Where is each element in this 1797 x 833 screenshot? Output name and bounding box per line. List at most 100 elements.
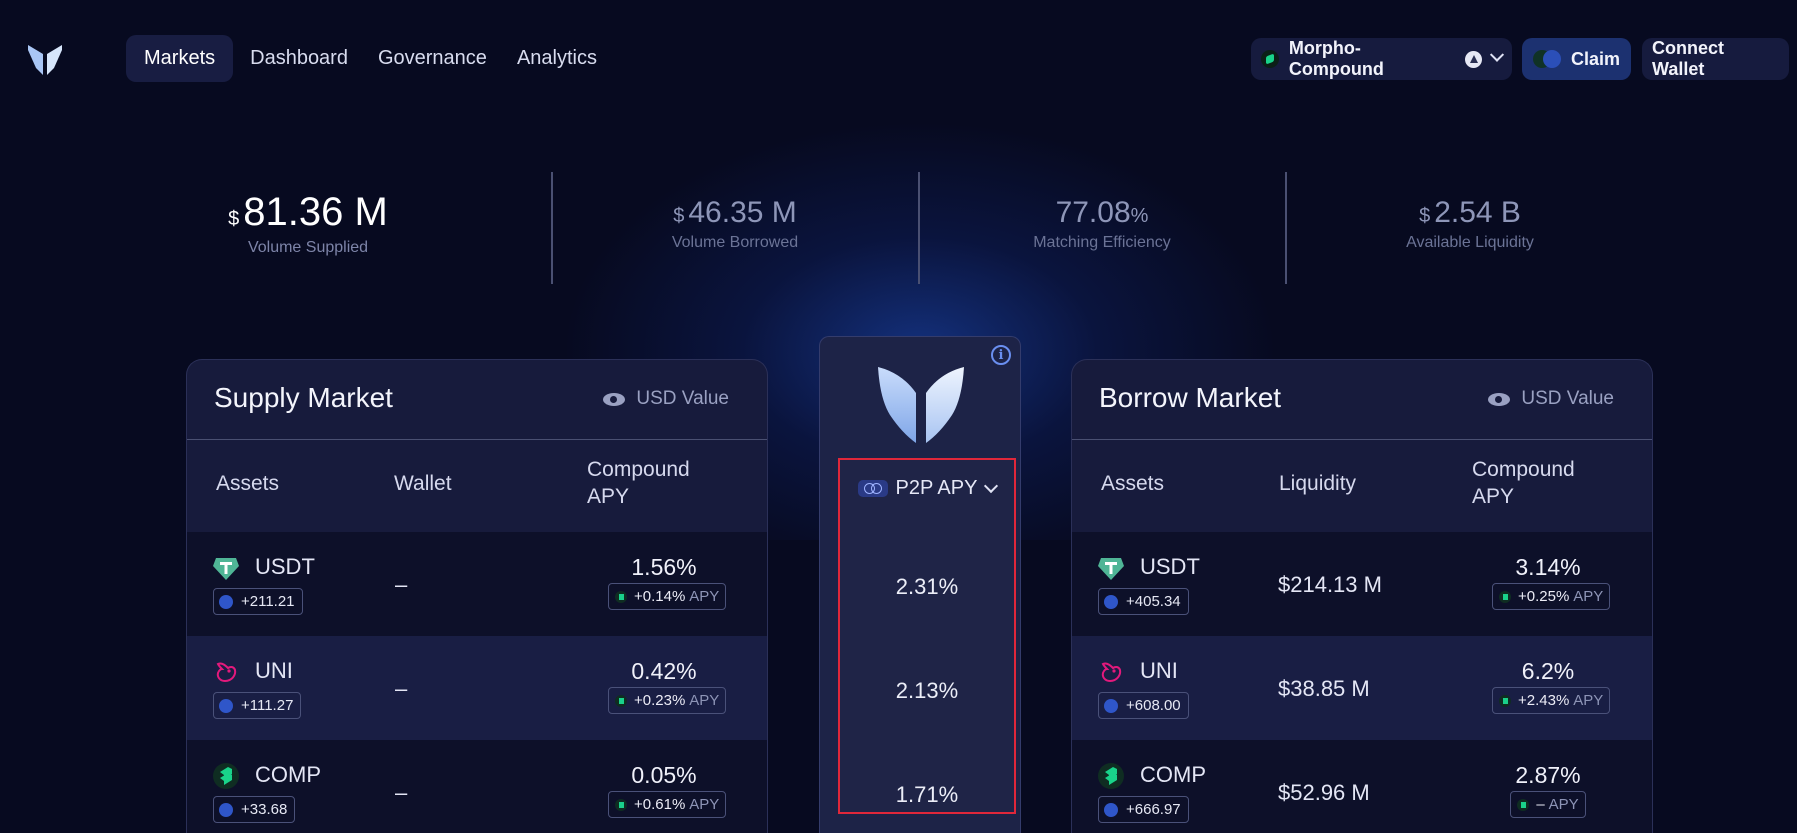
- apy-unit: APY: [1573, 588, 1604, 605]
- apy-unit: APY: [689, 796, 720, 813]
- comp-icon: [615, 798, 627, 811]
- compound-apy: 6.2% +2.43% APY: [1492, 658, 1611, 714]
- stat-value: 46.35 M: [688, 196, 797, 229]
- stat-label: Volume Borrowed: [671, 234, 799, 251]
- connect-wallet-button[interactable]: Connect Wallet: [1642, 38, 1789, 80]
- wallet-balance: –: [395, 676, 408, 701]
- stat-value: 77.08: [1055, 196, 1131, 229]
- asset-name: UNI: [255, 658, 293, 683]
- col-compound[interactable]: Compound: [1472, 458, 1575, 482]
- comp-icon: [1499, 590, 1511, 603]
- panel-title: Borrow Market: [1099, 382, 1282, 413]
- morpho-icon: [219, 594, 233, 609]
- stat-label: Volume Supplied: [247, 239, 369, 256]
- usd-value-toggle[interactable]: USD Value: [603, 388, 729, 410]
- supply-market-panel: Supply Market USD Value Assets Wallet Co…: [186, 359, 768, 833]
- apy-bonus-badge: +0.61% APY: [608, 791, 727, 818]
- reward-value: +211.21: [241, 593, 295, 610]
- wallet-balance: –: [395, 780, 408, 805]
- p2p-apy-dropdown[interactable]: P2P APY: [840, 477, 1014, 500]
- rewards-icon: [1532, 49, 1563, 69]
- liquidity-value: $38.85 M: [1278, 676, 1370, 701]
- ethereum-icon: [1465, 50, 1483, 68]
- comp-icon: [615, 694, 627, 707]
- apy-value: 2.87%: [1515, 762, 1581, 788]
- stat-currency: $: [228, 208, 240, 230]
- col-apy[interactable]: APY: [1472, 485, 1514, 509]
- stat-divider: [551, 172, 553, 284]
- stat-matching-efficiency: 77.08% Matching Efficiency: [1012, 196, 1192, 252]
- comp-icon: [1499, 694, 1511, 707]
- reward-value: +33.68: [241, 801, 288, 818]
- apy-unit: APY: [1548, 796, 1579, 813]
- table-row[interactable]: USDT +405.34 $214.13 M 3.14% +0.25% APY: [1072, 532, 1652, 636]
- nav-markets[interactable]: Markets: [126, 35, 234, 82]
- info-icon[interactable]: i: [991, 345, 1011, 365]
- asset-name: COMP: [1140, 762, 1206, 787]
- morpho-logo-icon[interactable]: [26, 42, 64, 78]
- apy-value: 6.2%: [1521, 658, 1575, 684]
- apy-bonus: –: [1536, 796, 1545, 813]
- table-row[interactable]: COMP +666.97 $52.96 M 2.87% – APY: [1072, 740, 1652, 833]
- network-label: Morpho-Compound: [1288, 38, 1384, 79]
- morpho-logo-icon: [878, 367, 964, 443]
- table-row[interactable]: UNI +111.27 – 0.42% +0.23% APY: [187, 636, 767, 740]
- asset-name: USDT: [255, 554, 315, 579]
- apy-value: 3.14%: [1515, 554, 1581, 580]
- tether-icon: [213, 558, 239, 580]
- reward-value: +666.97: [1126, 801, 1181, 818]
- apy-bonus-badge: +0.23% APY: [608, 687, 727, 714]
- apy-bonus-badge: – APY: [1510, 791, 1586, 818]
- claim-button[interactable]: Claim: [1522, 38, 1631, 80]
- reward-value: +111.27: [241, 697, 294, 714]
- compound-icon: [1098, 763, 1124, 789]
- table-row[interactable]: USDT +211.21 – 1.56% +0.14% APY: [187, 532, 767, 636]
- stat-divider: [918, 172, 920, 284]
- apy-bonus-badge: +2.43% APY: [1492, 687, 1611, 714]
- compound-apy: 0.05% +0.61% APY: [608, 762, 727, 818]
- comp-icon: [1517, 798, 1530, 811]
- p2p-apy-value: 2.13%: [895, 678, 959, 703]
- chevron-down-icon: [984, 478, 999, 494]
- claim-label: Claim: [1570, 48, 1621, 69]
- apy-bonus: +2.43%: [1518, 692, 1570, 709]
- panel-header: Borrow Market USD Value: [1072, 360, 1652, 440]
- compound-apy: 0.42% +0.23% APY: [608, 658, 727, 714]
- apy-bonus: +0.61%: [634, 796, 686, 813]
- eye-icon: [603, 392, 626, 406]
- morpho-icon: [219, 802, 233, 817]
- morpho-reward-badge: +405.34: [1098, 588, 1189, 615]
- col-compound[interactable]: Compound: [587, 458, 690, 482]
- stat-divider: [1285, 172, 1287, 284]
- asset-name: COMP: [255, 762, 321, 787]
- table-row[interactable]: COMP +33.68 – 0.05% +0.61% APY: [187, 740, 767, 833]
- nav-analytics[interactable]: Analytics: [504, 35, 610, 82]
- nav-governance[interactable]: Governance: [365, 35, 500, 82]
- wallet-balance: –: [395, 572, 408, 597]
- nav-dashboard[interactable]: Dashboard: [237, 35, 361, 82]
- col-apy[interactable]: APY: [587, 485, 629, 509]
- col-assets[interactable]: Assets: [216, 472, 279, 496]
- apy-unit: APY: [1573, 692, 1604, 709]
- panel-title: Supply Market: [214, 382, 393, 413]
- apy-bonus: +0.14%: [634, 588, 686, 605]
- p2p-apy-value: 1.71%: [895, 782, 959, 807]
- network-selector[interactable]: Morpho-Compound: [1251, 38, 1512, 80]
- stat-label: Available Liquidity: [1406, 234, 1534, 251]
- usd-value-toggle[interactable]: USD Value: [1488, 388, 1614, 410]
- compound-apy: 2.87% – APY: [1492, 762, 1604, 818]
- col-assets[interactable]: Assets: [1101, 472, 1164, 496]
- morpho-reward-badge: +211.21: [213, 588, 303, 615]
- col-wallet[interactable]: Wallet: [394, 472, 452, 496]
- liquidity-value: $52.96 M: [1278, 780, 1370, 805]
- stat-label: Matching Efficiency: [1033, 234, 1171, 251]
- apy-bonus-badge: +0.25% APY: [1492, 583, 1611, 610]
- compound-icon: [213, 763, 239, 789]
- top-header: Markets Dashboard Governance Analytics M…: [0, 0, 1797, 118]
- morpho-reward-badge: +666.97: [1098, 796, 1189, 823]
- table-row[interactable]: UNI +608.00 $38.85 M 6.2% +2.43% APY: [1072, 636, 1652, 740]
- asset-name: USDT: [1140, 554, 1200, 579]
- morpho-compound-icon: [1261, 50, 1279, 68]
- col-liquidity[interactable]: Liquidity: [1279, 472, 1356, 496]
- chevron-down-icon: [1489, 47, 1505, 62]
